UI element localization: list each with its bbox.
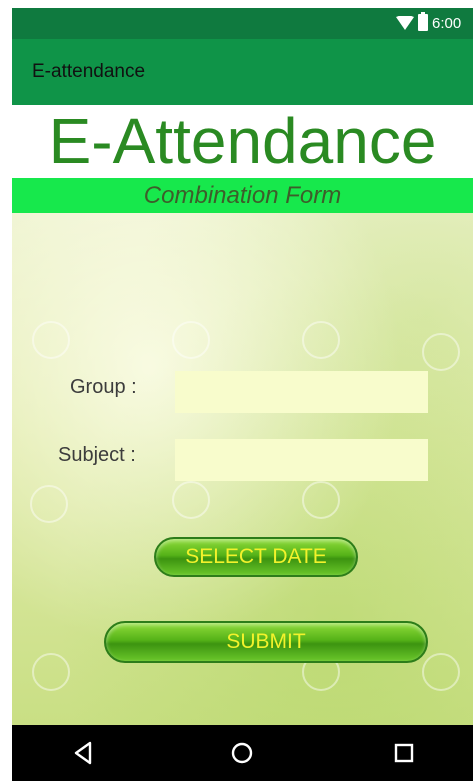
group-label: Group : <box>70 376 137 398</box>
banner-title: E-Attendance <box>48 105 437 177</box>
watermark-icon <box>422 333 460 371</box>
navigation-bar <box>12 725 473 781</box>
app-screen: 6:00 E-attendance E-Attendance Combinati… <box>12 8 473 781</box>
recents-icon[interactable] <box>386 735 422 771</box>
action-bar: E-attendance <box>12 39 473 105</box>
battery-icon <box>418 12 428 31</box>
form-area: Group : Subject : SELECT DATE SUBMIT <box>12 213 473 725</box>
group-input[interactable] <box>175 371 428 413</box>
watermark-icon <box>32 321 70 359</box>
watermark-icon <box>172 321 210 359</box>
watermark-icon <box>30 485 68 523</box>
watermark-icon <box>422 653 460 691</box>
banner-subtitle: Combination Form <box>143 182 342 209</box>
wifi-icon <box>396 16 414 30</box>
watermark-icon <box>302 481 340 519</box>
subject-label: Subject : <box>58 444 136 466</box>
watermark-icon <box>302 321 340 359</box>
select-date-button[interactable]: SELECT DATE <box>154 537 358 577</box>
submit-button[interactable]: SUBMIT <box>104 621 428 663</box>
banner: E-Attendance <box>12 105 473 178</box>
status-bar: 6:00 <box>12 8 473 39</box>
select-date-label: SELECT DATE <box>185 545 327 568</box>
subject-input[interactable] <box>175 439 428 481</box>
submit-label: SUBMIT <box>226 630 306 653</box>
app-title: E-attendance <box>32 61 146 82</box>
subtitle-bar: Combination Form <box>12 178 473 213</box>
watermark-icon <box>172 481 210 519</box>
home-icon[interactable] <box>224 735 260 771</box>
back-icon[interactable] <box>66 735 102 771</box>
watermark-icon <box>32 653 70 691</box>
status-time: 6:00 <box>432 15 462 32</box>
